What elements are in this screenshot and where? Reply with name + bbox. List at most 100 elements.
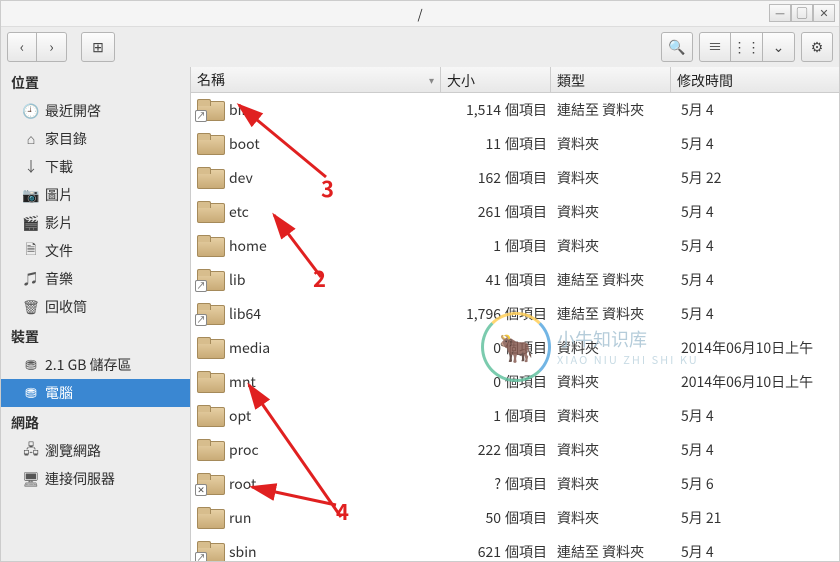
- file-modified: 5月 4: [671, 440, 839, 460]
- file-name: lib: [229, 270, 245, 290]
- maximize-button[interactable]: ▢: [791, 4, 813, 22]
- file-name: home: [229, 236, 267, 256]
- sidebar-item[interactable]: ⌂家目錄: [1, 125, 190, 153]
- file-row[interactable]: ✕root?個項目資料夾5月 6: [191, 467, 839, 501]
- file-row[interactable]: ↗lib641,796個項目連結至 資料夾5月 4: [191, 297, 839, 331]
- window-title: /: [1, 4, 839, 23]
- search-icon: 🔍: [668, 37, 685, 57]
- file-name: opt: [229, 406, 251, 426]
- file-size-unit: 個項目: [505, 134, 551, 154]
- gear-icon: ⚙: [811, 37, 824, 57]
- file-row[interactable]: run50個項目資料夾5月 21: [191, 501, 839, 535]
- settings-button[interactable]: ⚙: [801, 32, 833, 62]
- titlebar[interactable]: / — ▢ ✕: [1, 1, 839, 27]
- sidebar-item-icon: 📷: [23, 187, 39, 203]
- sidebar-item-icon: ⛃: [23, 385, 39, 401]
- search-button[interactable]: 🔍: [661, 32, 693, 62]
- folder-icon: ↗: [197, 541, 225, 561]
- file-modified: 5月 4: [671, 236, 839, 256]
- file-row[interactable]: ↗sbin621個項目連結至 資料夾5月 4: [191, 535, 839, 561]
- column-name[interactable]: 名稱▾: [191, 67, 441, 92]
- column-size[interactable]: 大小: [441, 67, 551, 92]
- file-row[interactable]: home1個項目資料夾5月 4: [191, 229, 839, 263]
- file-manager-window: / — ▢ ✕ ‹ › ⊞ 🔍 ≡ ⋮⋮ ⌄ ⚙ 位置🕘最近開啓⌂家目錄↓下載📷…: [0, 0, 840, 562]
- file-type: 資料夾: [551, 406, 671, 426]
- file-type: 資料夾: [551, 508, 671, 528]
- file-row[interactable]: etc261個項目資料夾5月 4: [191, 195, 839, 229]
- file-row[interactable]: mnt0個項目資料夾2014年06月10日上午: [191, 365, 839, 399]
- sidebar-item[interactable]: 🗑回收筒: [1, 293, 190, 321]
- sidebar-section-header: 裝置: [1, 321, 190, 351]
- file-size-unit: 個項目: [505, 440, 551, 460]
- path-icon: ⊞: [92, 37, 104, 57]
- folder-icon: ✕: [197, 473, 225, 495]
- file-modified: 5月 22: [671, 168, 839, 188]
- file-row[interactable]: ↗lib41個項目連結至 資料夾5月 4: [191, 263, 839, 297]
- path-button[interactable]: ⊞: [81, 32, 115, 62]
- file-size-unit: 個項目: [505, 270, 551, 290]
- folder-icon: [197, 371, 225, 393]
- file-row[interactable]: ↗bin1,514個項目連結至 資料夾5月 4: [191, 93, 839, 127]
- file-size-unit: 個項目: [505, 338, 551, 358]
- file-row[interactable]: proc222個項目資料夾5月 4: [191, 433, 839, 467]
- file-rows: ↗bin1,514個項目連結至 資料夾5月 4boot11個項目資料夾5月 4d…: [191, 93, 839, 561]
- column-type[interactable]: 類型: [551, 67, 671, 92]
- sidebar-item-icon: 🖥: [23, 471, 39, 487]
- sidebar-section-header: 網路: [1, 407, 190, 437]
- sidebar-item[interactable]: ↓下載: [1, 153, 190, 181]
- file-size: 1: [441, 406, 505, 426]
- sidebar-section-header: 位置: [1, 67, 190, 97]
- sidebar-item-label: 影片: [45, 213, 73, 233]
- file-name: boot: [229, 134, 260, 154]
- sidebar-item[interactable]: ⛃2.1 GB 儲存區: [1, 351, 190, 379]
- file-size-unit: 個項目: [505, 372, 551, 392]
- file-modified: 5月 6: [671, 474, 839, 494]
- folder-icon: [197, 235, 225, 257]
- file-type: 資料夾: [551, 236, 671, 256]
- sidebar-item-icon: 🎬: [23, 215, 39, 231]
- file-name: root: [229, 474, 256, 494]
- file-type: 資料夾: [551, 134, 671, 154]
- sidebar-item[interactable]: 🎬 影片: [1, 209, 190, 237]
- file-type: 連結至 資料夾: [551, 270, 671, 290]
- folder-icon: ↗: [197, 303, 225, 325]
- folder-icon: [197, 405, 225, 427]
- sidebar-item-label: 下載: [45, 157, 73, 177]
- folder-icon: [197, 337, 225, 359]
- file-modified: 5月 4: [671, 134, 839, 154]
- sidebar-item[interactable]: 🗎文件: [1, 237, 190, 265]
- file-size: ?: [441, 474, 505, 494]
- file-row[interactable]: media0個項目資料夾2014年06月10日上午: [191, 331, 839, 365]
- chevron-left-icon: ‹: [20, 37, 24, 57]
- file-size: 222: [441, 440, 505, 460]
- sidebar-item-label: 音樂: [45, 269, 73, 289]
- sidebar-item[interactable]: ♫音樂: [1, 265, 190, 293]
- close-button[interactable]: ✕: [813, 4, 835, 22]
- sidebar-item-label: 電腦: [45, 383, 73, 403]
- file-list-pane: 名稱▾ 大小 類型 修改時間 ↗bin1,514個項目連結至 資料夾5月 4bo…: [191, 67, 839, 561]
- sidebar-item[interactable]: 📷圖片: [1, 181, 190, 209]
- chevron-right-icon: ›: [49, 37, 53, 57]
- column-modified[interactable]: 修改時間: [671, 67, 839, 92]
- file-size-unit: 個項目: [505, 304, 551, 324]
- sidebar-item[interactable]: 🖧瀏覽網路: [1, 437, 190, 465]
- file-size-unit: 個項目: [505, 474, 551, 494]
- file-row[interactable]: opt1個項目資料夾5月 4: [191, 399, 839, 433]
- view-list-button[interactable]: ≡: [699, 32, 731, 62]
- file-row[interactable]: boot11個項目資料夾5月 4: [191, 127, 839, 161]
- view-grid-button[interactable]: ⋮⋮: [731, 32, 763, 62]
- file-size-unit: 個項目: [505, 508, 551, 528]
- minimize-button[interactable]: —: [769, 4, 791, 22]
- file-size: 162: [441, 168, 505, 188]
- sidebar-item[interactable]: ⛃ 電腦: [1, 379, 190, 407]
- view-dropdown-button[interactable]: ⌄: [763, 32, 795, 62]
- sidebar-item[interactable]: 🕘最近開啓: [1, 97, 190, 125]
- file-modified: 5月 4: [671, 100, 839, 120]
- back-button[interactable]: ‹: [7, 32, 37, 62]
- file-size: 261: [441, 202, 505, 222]
- file-row[interactable]: dev162個項目資料夾5月 22: [191, 161, 839, 195]
- sidebar-item[interactable]: 🖥連接伺服器: [1, 465, 190, 493]
- file-modified: 2014年06月10日上午: [671, 338, 839, 358]
- file-modified: 5月 4: [671, 270, 839, 290]
- forward-button[interactable]: ›: [37, 32, 67, 62]
